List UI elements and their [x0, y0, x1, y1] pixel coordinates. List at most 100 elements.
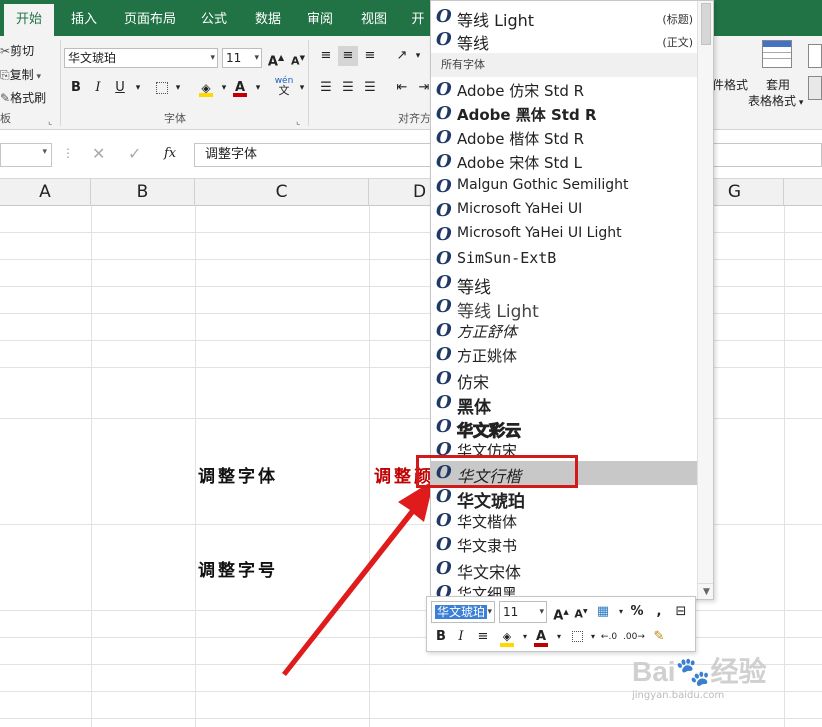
font-option[interactable]: O Adobe 黑体 Std R [431, 102, 697, 126]
tab-home[interactable]: 开始 [4, 4, 54, 40]
tab-review[interactable]: 审阅 [298, 0, 342, 36]
italic-button[interactable]: I [88, 78, 108, 98]
bold-button[interactable]: B [66, 78, 86, 98]
table-format-label-top[interactable]: 套用 [766, 76, 790, 93]
dropdown-scrollbar[interactable]: ▼ [697, 1, 713, 599]
conditional-format-button[interactable]: 件格式 [712, 76, 748, 93]
dialog-launcher-icon[interactable]: ⌞ [296, 117, 300, 127]
mini-increase-decimal-icon[interactable]: ←.0 [599, 627, 619, 647]
tab-data[interactable]: 数据 [246, 0, 290, 36]
tab-formulas[interactable]: 公式 [192, 0, 236, 36]
mini-percent-button[interactable]: % [627, 602, 647, 622]
font-option[interactable]: O 华文楷体 [431, 509, 697, 533]
font-option[interactable]: O 华文彩云 [431, 415, 697, 441]
font-option[interactable]: O 方正姚体 [431, 343, 697, 367]
font-option[interactable]: O Adobe 仿宋 Std R [431, 78, 697, 102]
align-left-icon[interactable]: ☰ [316, 78, 336, 98]
font-option[interactable]: O Adobe 宋体 Std L [431, 150, 697, 174]
column-header-b[interactable]: B [91, 179, 195, 206]
chevron-down-icon[interactable]: ▾ [539, 602, 544, 622]
font-color-icon[interactable]: A [230, 78, 250, 98]
mini-font-name-combo[interactable]: 华文琥珀 ▾ [431, 601, 495, 623]
annotation-arrow [282, 480, 434, 676]
font-option-theme-body[interactable]: O 等线 (正文) [431, 28, 697, 53]
font-option[interactable]: O SimSun-ExtB [431, 247, 697, 271]
mini-shrink-font-icon[interactable]: A▼ [571, 602, 591, 622]
cut-button[interactable]: ✂剪切 [0, 42, 34, 59]
align-center-icon[interactable]: ☰ [338, 78, 358, 98]
font-option-theme-heading[interactable]: O 等线 Light (标题) [431, 5, 697, 30]
mini-comma-button[interactable]: , [649, 602, 669, 622]
mini-fill-color-icon[interactable]: ◈ [497, 627, 517, 647]
cell-c-adjust-font[interactable]: 调整字体 [198, 462, 278, 487]
dialog-launcher-icon[interactable]: ⌞ [48, 117, 52, 127]
font-dropdown-list[interactable]: O 等线 Light (标题) O 等线 (正文) 所有字体 O Adobe 仿宋 Std… [430, 0, 714, 600]
opentype-icon: O [436, 320, 452, 341]
chevron-down-icon[interactable]: ▾ [292, 78, 312, 98]
cancel-icon[interactable]: ✕ [92, 144, 105, 163]
font-option[interactable]: O 等线 Light [431, 295, 697, 322]
mini-grow-font-icon[interactable]: A▲ [551, 602, 571, 623]
cell-style-icon[interactable] [808, 76, 822, 100]
decrease-indent-icon[interactable]: ⇤ [392, 78, 412, 98]
column-header-a[interactable]: A [0, 179, 91, 206]
chevron-down-icon[interactable]: ▾ [42, 147, 47, 157]
font-option[interactable]: O Microsoft YaHei UI Light [431, 223, 697, 247]
format-painter-button[interactable]: ✎格式刷 [0, 89, 46, 106]
copy-button[interactable]: ⎘复制 ▾ [0, 66, 41, 83]
shrink-font-button[interactable]: A▼ [288, 48, 308, 68]
confirm-icon[interactable]: ✓ [128, 144, 141, 163]
name-box[interactable]: ▾ [0, 143, 52, 167]
tab-insert[interactable]: 插入 [62, 0, 106, 36]
align-middle-icon[interactable]: ≡ [338, 46, 358, 66]
font-option[interactable]: O 黑体 [431, 391, 697, 418]
font-option[interactable]: O Microsoft YaHei UI [431, 199, 697, 223]
chevron-down-icon[interactable]: ▾ [248, 78, 268, 98]
mini-bold-button[interactable]: B [431, 627, 451, 647]
mini-align-center-icon[interactable]: ≡ [473, 627, 493, 647]
tab-view[interactable]: 视图 [352, 0, 396, 36]
underline-button[interactable]: U [110, 78, 130, 98]
chevron-down-icon[interactable]: ▾ [408, 46, 428, 66]
grow-font-glyph: A [267, 54, 278, 70]
insert-function-icon[interactable]: fx [164, 146, 176, 161]
table-format-icon [762, 40, 792, 68]
font-option[interactable]: O 方正舒体 [431, 319, 697, 343]
mini-italic-button[interactable]: I [451, 627, 471, 647]
cell-style-icon[interactable] [808, 44, 822, 68]
mini-font-size-combo[interactable]: 11 ▾ [499, 601, 547, 623]
font-option[interactable]: O Malgun Gothic Semilight [431, 175, 697, 199]
opentype-icon: O [436, 392, 452, 413]
mini-font-color-icon[interactable]: A [531, 627, 551, 647]
scrollbar-thumb[interactable] [701, 3, 711, 45]
chevron-down-icon[interactable]: ▾ [254, 49, 259, 67]
font-option[interactable]: O 仿宋 [431, 367, 697, 392]
font-size-combo[interactable]: 11 ▾ [222, 48, 262, 68]
chevron-down-icon[interactable]: ▾ [210, 49, 215, 67]
font-option[interactable]: O Adobe 楷体 Std R [431, 126, 697, 150]
fill-color-icon[interactable]: ◈ [196, 78, 216, 98]
grow-font-button[interactable]: A▲ [266, 48, 286, 70]
font-name-combo[interactable]: 华文琥珀 ▾ [64, 48, 218, 68]
font-option-tag: (标题) [662, 13, 693, 26]
scroll-down-arrow-icon[interactable]: ▼ [698, 583, 713, 599]
align-right-icon[interactable]: ☰ [360, 78, 380, 98]
font-option[interactable]: O 华文琥珀 [431, 485, 697, 512]
chevron-down-icon[interactable]: ▾ [168, 78, 188, 98]
mini-accounting-format-icon[interactable]: ▦ [593, 602, 613, 622]
align-bottom-icon[interactable]: ≡ [360, 46, 380, 66]
font-option[interactable]: O 华文隶书 [431, 533, 697, 557]
table-format-button[interactable]: 表格格式 ▾ [748, 92, 803, 109]
cell-c-adjust-size[interactable]: 调整字号 [198, 556, 278, 581]
tab-page-layout[interactable]: 页面布局 [118, 0, 182, 36]
chevron-down-icon[interactable]: ▾ [549, 627, 569, 647]
font-option[interactable]: O 华文宋体 [431, 557, 697, 582]
column-header-c[interactable]: C [195, 179, 369, 206]
chevron-down-icon[interactable]: ▾ [128, 78, 148, 98]
opentype-icon: O [436, 200, 452, 221]
tab-developer[interactable]: 开 [406, 0, 430, 36]
mini-merge-icon[interactable]: ⊟ [671, 602, 691, 622]
chevron-down-icon[interactable]: ▾ [487, 602, 492, 622]
font-option[interactable]: O 等线 [431, 271, 697, 298]
align-top-icon[interactable]: ≡ [316, 46, 336, 66]
